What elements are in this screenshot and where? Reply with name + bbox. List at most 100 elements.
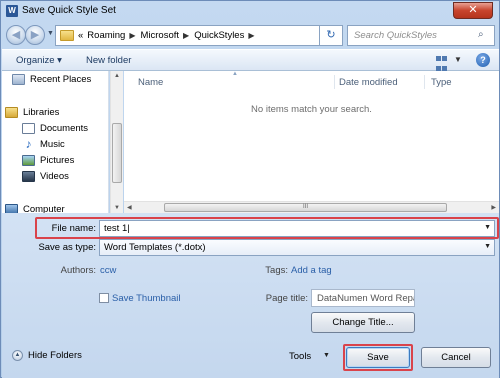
nav-item-label: Recent Places: [30, 74, 92, 85]
sort-indicator-icon: ▲: [232, 71, 238, 77]
computer-icon: [5, 204, 18, 213]
address-row: ◀ ▶ ▼ « Roaming ▶ Microsoft ▶ QuickStyle…: [1, 22, 499, 49]
column-header-name[interactable]: Name: [138, 77, 163, 88]
save-options-area: File name: test 1| ▼ Save as type: Word …: [2, 213, 499, 378]
page-title-label: Page title:: [265, 293, 308, 304]
scroll-up-icon[interactable]: ▲: [114, 73, 120, 79]
add-tag-link[interactable]: Add a tag: [291, 265, 332, 276]
file-list-horizontal-scrollbar[interactable]: ◀ III ▶: [124, 201, 499, 213]
nav-item-computer[interactable]: Computer: [5, 204, 65, 213]
save-button[interactable]: Save: [346, 347, 410, 368]
breadcrumb-chevron-icon[interactable]: ▶: [248, 31, 254, 40]
hide-folders-button[interactable]: ▲ Hide Folders: [12, 350, 82, 361]
file-list[interactable]: ▲ Name Date modified Type No items match…: [124, 71, 499, 201]
breadcrumb-quickstyles[interactable]: QuickStyles: [194, 30, 244, 41]
authors-value[interactable]: ccw: [100, 265, 116, 276]
text-caret: |: [127, 223, 130, 234]
back-button[interactable]: ◀: [6, 25, 26, 45]
breadcrumb-chevron-icon[interactable]: ▶: [129, 31, 135, 40]
tags-label: Tags:: [265, 265, 288, 276]
nav-item-music[interactable]: ♪ Music: [22, 137, 65, 151]
close-icon: ✕: [468, 4, 478, 16]
videos-icon: [22, 171, 35, 182]
organize-menu-button[interactable]: Organize ▾: [16, 55, 62, 66]
navigation-pane: Recent Places Libraries Documents ♪ Musi…: [2, 71, 109, 213]
refresh-button[interactable]: ↻: [319, 25, 343, 46]
nav-item-recent-places[interactable]: Recent Places: [12, 74, 91, 85]
save-as-type-select[interactable]: Word Templates (*.dotx) ▼: [99, 239, 495, 256]
file-name-value: test 1: [104, 223, 128, 234]
nav-item-libraries[interactable]: Libraries: [5, 107, 59, 118]
window-title: Save Quick Style Set: [22, 5, 116, 16]
music-icon: ♪: [25, 137, 32, 151]
scroll-grip: III: [302, 204, 308, 210]
chevron-up-icon: ▲: [12, 350, 23, 361]
breadcrumb-overflow[interactable]: «: [78, 30, 83, 41]
views-grid-icon: [442, 56, 447, 61]
title-bar: W Save Quick Style Set ✕: [1, 1, 499, 22]
nav-item-label: Music: [40, 139, 65, 150]
breadcrumb-microsoft[interactable]: Microsoft: [140, 30, 179, 41]
close-button[interactable]: ✕: [453, 2, 493, 19]
nav-pane-scrollbar[interactable]: ▲ ▼: [110, 71, 123, 213]
nav-item-documents[interactable]: Documents: [22, 123, 88, 134]
views-button[interactable]: [436, 54, 450, 71]
help-button[interactable]: ?: [476, 53, 490, 67]
column-divider[interactable]: [334, 75, 335, 89]
save-as-type-value: Word Templates (*.dotx): [104, 242, 206, 253]
views-grid-icon: [436, 56, 441, 61]
column-header-type[interactable]: Type: [431, 77, 452, 88]
file-name-label: File name:: [51, 223, 96, 234]
pictures-icon: [22, 155, 35, 166]
tools-dropdown-icon[interactable]: ▼: [323, 352, 330, 359]
address-bar[interactable]: « Roaming ▶ Microsoft ▶ QuickStyles ▶ ▼: [55, 25, 337, 46]
horizontal-scroll-thumb[interactable]: III: [164, 203, 447, 212]
libraries-icon: [5, 107, 18, 118]
nav-item-label: Videos: [40, 171, 69, 182]
nav-item-videos[interactable]: Videos: [22, 171, 69, 182]
scroll-right-icon[interactable]: ▶: [491, 204, 496, 211]
search-input[interactable]: Search QuickStyles ⌕: [347, 25, 495, 46]
cancel-button[interactable]: Cancel: [421, 347, 491, 368]
folder-icon: [60, 30, 74, 41]
change-title-button[interactable]: Change Title...: [311, 312, 415, 333]
save-thumbnail-checkbox[interactable]: [99, 293, 109, 303]
hide-folders-label: Hide Folders: [28, 350, 82, 361]
refresh-icon: ↻: [326, 29, 336, 41]
back-arrow-icon: ◀: [11, 29, 21, 41]
recent-locations-dropdown[interactable]: ▼: [47, 30, 54, 37]
word-app-icon: W: [6, 5, 18, 17]
tools-menu-button[interactable]: Tools: [289, 351, 311, 362]
views-dropdown-icon[interactable]: ▼: [454, 55, 462, 64]
documents-icon: [22, 123, 35, 134]
nav-item-label: Documents: [40, 123, 89, 134]
recent-places-icon: [12, 74, 25, 85]
help-icon: ?: [480, 55, 486, 65]
new-folder-button[interactable]: New folder: [86, 55, 131, 66]
forward-arrow-icon: ▶: [30, 29, 40, 41]
search-icon: ⌕: [478, 29, 484, 40]
scroll-left-icon[interactable]: ◀: [127, 204, 132, 211]
nav-item-label: Computer: [23, 204, 65, 213]
save-thumbnail-label[interactable]: Save Thumbnail: [112, 293, 180, 304]
nav-item-label: Libraries: [23, 107, 60, 118]
empty-list-message: No items match your search.: [251, 104, 372, 115]
column-divider[interactable]: [424, 75, 425, 89]
search-placeholder: Search QuickStyles: [354, 30, 437, 41]
nav-item-pictures[interactable]: Pictures: [22, 155, 74, 166]
file-name-dropdown-icon[interactable]: ▼: [484, 224, 491, 231]
nav-scroll-thumb[interactable]: [112, 123, 122, 183]
scroll-down-icon[interactable]: ▼: [114, 205, 120, 211]
breadcrumb-roaming[interactable]: Roaming: [87, 30, 125, 41]
authors-label: Authors:: [60, 265, 96, 276]
column-header-date-modified[interactable]: Date modified: [339, 77, 398, 88]
save-as-type-dropdown-icon: ▼: [484, 243, 491, 250]
nav-item-label: Pictures: [40, 155, 75, 166]
command-toolbar: Organize ▾ New folder ▼ ?: [2, 49, 499, 71]
breadcrumb-chevron-icon[interactable]: ▶: [183, 31, 189, 40]
save-dialog-window: W Save Quick Style Set ✕ ◀ ▶ ▼ « Roaming…: [0, 0, 500, 378]
forward-button[interactable]: ▶: [25, 25, 45, 45]
save-as-type-label: Save as type:: [38, 242, 96, 253]
page-title-field: DataNumen Word Repa: [311, 289, 415, 307]
file-name-input[interactable]: test 1| ▼: [99, 220, 495, 237]
